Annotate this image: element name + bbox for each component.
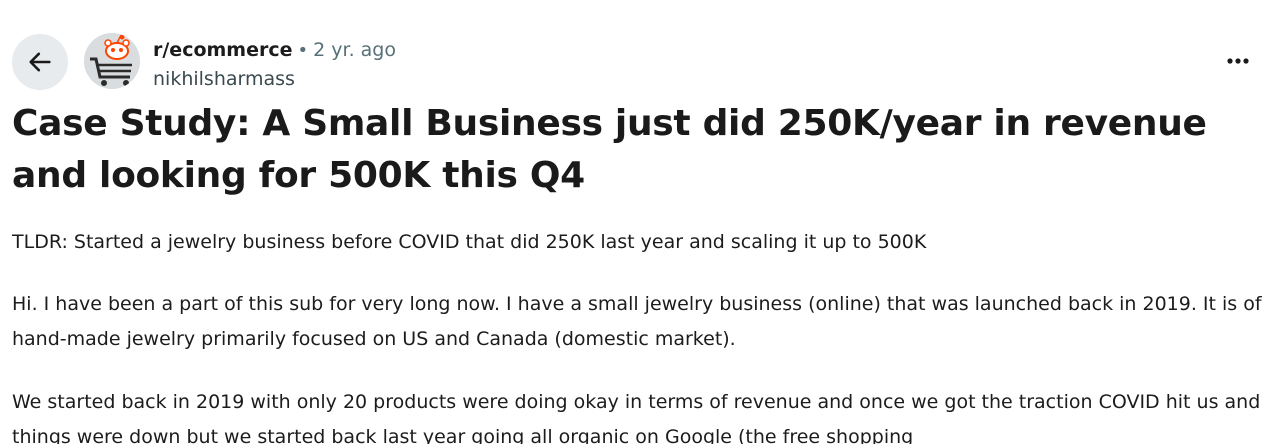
reddit-snoo-cart-icon [84,33,140,89]
post-paragraph: Hi. I have been a part of this sub for v… [12,293,1262,350]
subreddit-link[interactable]: r/ecommerce [153,36,293,64]
subreddit-avatar[interactable] [84,33,140,89]
author-link[interactable]: nikhilsharmass [153,65,396,93]
ellipsis-icon [1227,58,1249,64]
back-button[interactable] [12,34,68,90]
post-paragraph: We started back in 2019 with only 20 pro… [12,391,1261,444]
post-meta-row: r/ecommerce • 2 yr. ago [153,36,396,65]
arrow-left-icon [29,52,51,72]
post-page: r/ecommerce • 2 yr. ago nikhilsharmass C… [0,0,1280,444]
more-options-button[interactable] [1220,46,1256,76]
post-age: 2 yr. ago [313,39,396,61]
post-title: Case Study: A Small Business just did 25… [12,103,1207,196]
post-paragraph: TLDR: Started a jewelry business before … [12,231,927,253]
meta-separator: • [297,40,309,61]
post-meta: r/ecommerce • 2 yr. ago nikhilsharmass [153,36,396,93]
